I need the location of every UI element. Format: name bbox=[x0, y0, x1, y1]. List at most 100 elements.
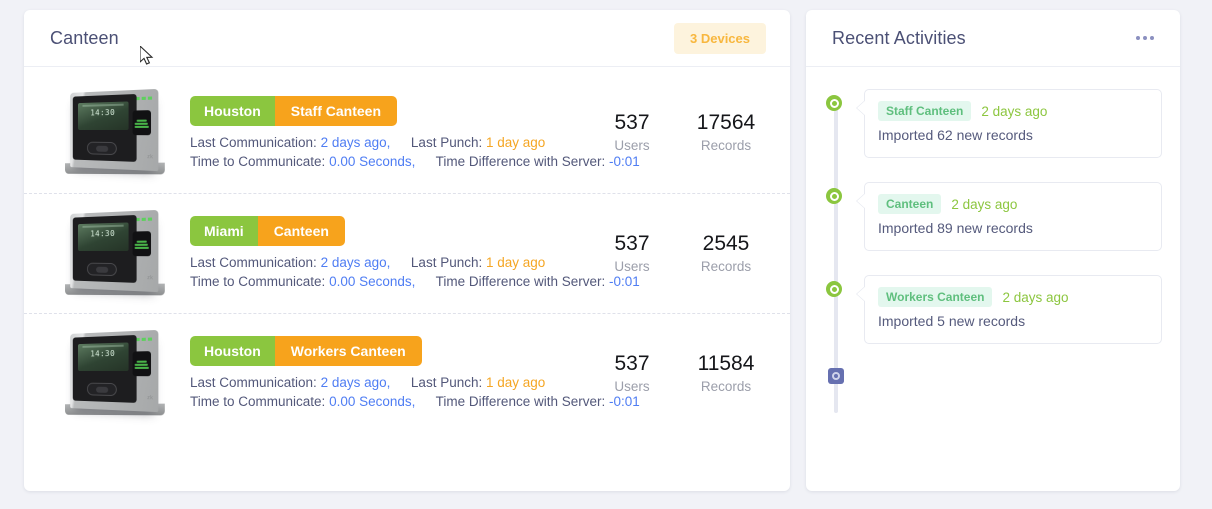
device-meta-line-1: Last Communication: 2 days ago, Last Pun… bbox=[190, 133, 598, 152]
activity-header: Workers Canteen 2 days ago bbox=[878, 287, 1148, 307]
table-row[interactable]: 14:30 zk Houston bbox=[24, 313, 790, 433]
list-item[interactable]: Staff Canteen 2 days ago Imported 62 new… bbox=[826, 89, 1162, 158]
activity-tag: Canteen bbox=[878, 194, 942, 214]
device-name-tag: Staff Canteen bbox=[274, 95, 397, 126]
users-stat: 537 Users bbox=[598, 231, 666, 277]
last-communication-value: 2 days ago, bbox=[320, 134, 391, 150]
device-meta-line-2: Time to Communicate: 0.00 Seconds, Time … bbox=[190, 152, 640, 171]
device-meta-line-1: Last Communication: 2 days ago, Last Pun… bbox=[190, 373, 598, 392]
devices-card-header: Canteen 3 Devices bbox=[24, 10, 790, 67]
activities-timeline: Staff Canteen 2 days ago Imported 62 new… bbox=[806, 67, 1180, 491]
table-row[interactable]: 14:30 zk Houston bbox=[24, 73, 790, 193]
time-to-communicate-label: Time to Communicate: bbox=[190, 274, 326, 289]
device-location-tag: Houston bbox=[190, 336, 275, 366]
last-punch-value: 1 day ago bbox=[485, 375, 546, 390]
device-name-tag: Canteen bbox=[257, 216, 345, 246]
more-horizontal-icon[interactable] bbox=[1134, 30, 1156, 46]
device-clock: 14:30 bbox=[90, 107, 116, 118]
activity-description: Imported 5 new records bbox=[878, 313, 1026, 329]
time-difference-label: Time Difference with Server: bbox=[435, 394, 606, 409]
users-label: Users bbox=[614, 378, 650, 394]
fingerprint-sensor-icon bbox=[132, 110, 152, 136]
device-stats: 537 Users 11584 Records bbox=[598, 351, 768, 397]
activities-title: Recent Activities bbox=[832, 27, 966, 48]
activity-timestamp: 2 days ago bbox=[981, 103, 1048, 119]
records-stat: 11584 Records bbox=[692, 351, 760, 397]
device-name-tag: Workers Canteen bbox=[274, 336, 422, 366]
device-meta-line-1: Last Communication: 2 days ago, Last Pun… bbox=[190, 253, 598, 272]
time-difference-label: Time Difference with Server: bbox=[435, 274, 606, 289]
last-punch-label: Last Punch: bbox=[410, 255, 483, 270]
page-title: Canteen bbox=[50, 27, 119, 48]
device-meta-line-2: Time to Communicate: 0.00 Seconds, Time … bbox=[190, 272, 640, 291]
records-label: Records bbox=[700, 378, 752, 394]
activity-header: Canteen 2 days ago bbox=[878, 194, 1148, 214]
device-info: Houston Workers Canteen Last Communicati… bbox=[178, 336, 640, 411]
activities-card-header: Recent Activities bbox=[806, 10, 1180, 67]
last-punch-label: Last Punch: bbox=[410, 375, 483, 390]
activity-description: Imported 89 new records bbox=[878, 220, 1033, 236]
last-punch-label: Last Punch: bbox=[410, 134, 483, 150]
device-clock: 14:30 bbox=[90, 348, 116, 358]
fingerprint-sensor-icon bbox=[132, 350, 152, 376]
device-location-tag: Houston bbox=[190, 95, 275, 126]
records-value: 2545 bbox=[702, 231, 750, 255]
last-communication-label: Last Communication: bbox=[190, 134, 317, 150]
records-stat: 2545 Records bbox=[692, 231, 760, 277]
device-info: Houston Staff Canteen Last Communication… bbox=[178, 95, 640, 171]
activity-bubble: Canteen 2 days ago Imported 89 new recor… bbox=[856, 182, 1162, 251]
users-value: 537 bbox=[614, 351, 650, 375]
canteen-devices-card: Canteen 3 Devices 14:30 zk Houston Staff… bbox=[24, 10, 790, 491]
recent-activities-card: Recent Activities Staff Canteen 2 days a… bbox=[806, 10, 1180, 491]
time-to-communicate-value: 0.00 Seconds, bbox=[329, 153, 416, 169]
timeline-end-icon bbox=[828, 368, 844, 384]
time-to-communicate-value: 0.00 Seconds, bbox=[329, 274, 416, 289]
device-tag-pair[interactable]: Houston Workers Canteen bbox=[190, 336, 422, 366]
activity-tag: Staff Canteen bbox=[878, 101, 972, 121]
activity-tag: Workers Canteen bbox=[878, 287, 993, 307]
device-location-tag: Miami bbox=[190, 216, 258, 246]
activity-header: Staff Canteen 2 days ago bbox=[878, 101, 1148, 121]
users-stat: 537 Users bbox=[598, 351, 666, 397]
last-communication-value: 2 days ago, bbox=[320, 255, 391, 270]
device-clock: 14:30 bbox=[90, 228, 116, 238]
records-value: 11584 bbox=[697, 351, 755, 375]
users-stat: 537 Users bbox=[598, 110, 666, 156]
last-punch-value: 1 day ago bbox=[485, 134, 546, 150]
users-value: 537 bbox=[614, 231, 650, 255]
device-info: Miami Canteen Last Communication: 2 days… bbox=[178, 216, 640, 291]
table-row[interactable]: 14:30 zk Miami Canteen Last Communicatio… bbox=[24, 193, 790, 313]
last-communication-label: Last Communication: bbox=[190, 375, 317, 390]
device-stats: 537 Users 2545 Records bbox=[598, 231, 768, 277]
timeline-dot-icon bbox=[826, 95, 842, 111]
time-to-communicate-value: 0.00 Seconds, bbox=[329, 394, 416, 409]
list-item[interactable]: Workers Canteen 2 days ago Imported 5 ne… bbox=[826, 275, 1162, 344]
time-to-communicate-label: Time to Communicate: bbox=[190, 153, 326, 169]
last-punch-value: 1 day ago bbox=[485, 255, 546, 270]
timeline-dot-icon bbox=[826, 281, 842, 297]
last-communication-value: 2 days ago, bbox=[320, 375, 391, 390]
biometric-terminal-icon: 14:30 zk bbox=[50, 85, 178, 181]
device-count-badge[interactable]: 3 Devices bbox=[674, 22, 766, 54]
device-tag-pair[interactable]: Miami Canteen bbox=[190, 216, 345, 246]
device-tag-pair[interactable]: Houston Staff Canteen bbox=[190, 95, 397, 126]
activity-bubble: Staff Canteen 2 days ago Imported 62 new… bbox=[856, 89, 1162, 158]
users-label: Users bbox=[614, 138, 650, 153]
users-value: 537 bbox=[614, 111, 650, 134]
activity-bubble: Workers Canteen 2 days ago Imported 5 ne… bbox=[856, 275, 1162, 344]
device-meta-line-2: Time to Communicate: 0.00 Seconds, Time … bbox=[190, 392, 640, 411]
devices-list: 14:30 zk Houston Staff Canteen Last Comm… bbox=[24, 67, 790, 491]
activity-timestamp: 2 days ago bbox=[1002, 289, 1069, 305]
users-label: Users bbox=[614, 258, 650, 274]
fingerprint-sensor-icon bbox=[132, 230, 152, 256]
activity-timestamp: 2 days ago bbox=[951, 196, 1018, 212]
records-label: Records bbox=[700, 138, 752, 153]
list-item[interactable]: Canteen 2 days ago Imported 89 new recor… bbox=[826, 182, 1162, 251]
activity-description: Imported 62 new records bbox=[878, 127, 1033, 143]
biometric-terminal-icon: 14:30 zk bbox=[50, 206, 178, 302]
dashboard-page: Canteen 3 Devices 14:30 zk Houston Staff… bbox=[0, 0, 1212, 509]
records-stat: 17564 Records bbox=[692, 110, 760, 156]
timeline-dot-icon bbox=[826, 188, 842, 204]
records-value: 17564 bbox=[696, 111, 756, 134]
device-stats: 537 Users 17564 Records bbox=[598, 110, 768, 156]
